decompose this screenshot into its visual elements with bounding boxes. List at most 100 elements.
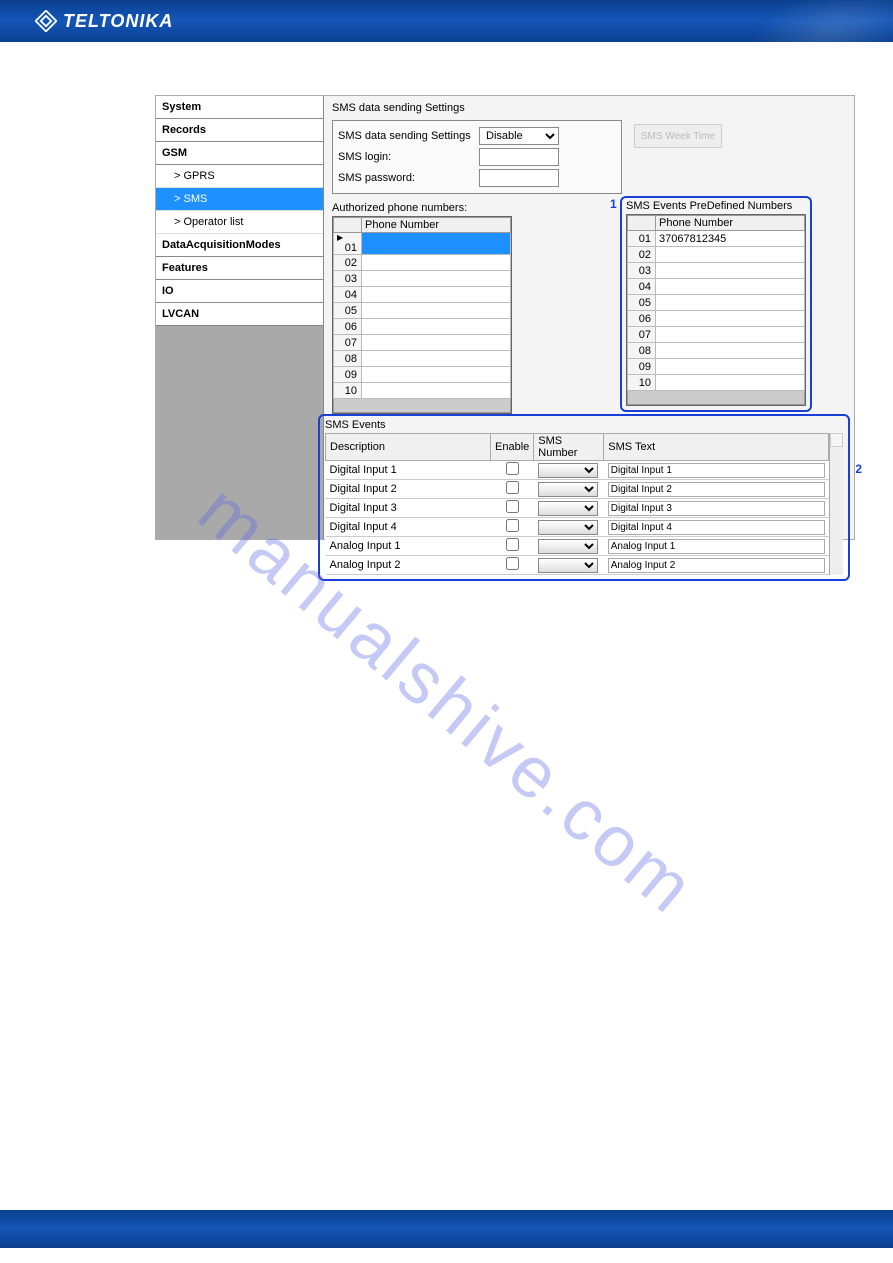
- event-desc: Digital Input 3: [326, 499, 491, 518]
- predefined-idx[interactable]: 09: [628, 359, 656, 375]
- event-number-select[interactable]: [538, 520, 598, 535]
- sidebar: System Records GSM > GPRS > SMS > Operat…: [156, 96, 324, 539]
- event-desc: Analog Input 2: [326, 556, 491, 575]
- sidebar-item-data-acquisition-modes[interactable]: DataAcquisitionModes: [156, 234, 323, 257]
- event-enable-checkbox[interactable]: [506, 462, 519, 475]
- settings-select[interactable]: Disable: [479, 127, 559, 145]
- authorized-val[interactable]: [362, 319, 511, 335]
- authorized-idx[interactable]: 07: [334, 335, 362, 351]
- authorized-idx[interactable]: 02: [334, 255, 362, 271]
- authorized-idx[interactable]: 03: [334, 271, 362, 287]
- events-header-text: SMS Text: [604, 434, 829, 461]
- authorized-idx[interactable]: 10: [334, 383, 362, 399]
- authorized-val[interactable]: [362, 335, 511, 351]
- predefined-idx[interactable]: 04: [628, 279, 656, 295]
- predefined-idx[interactable]: 10: [628, 375, 656, 391]
- event-number-select[interactable]: [538, 558, 598, 573]
- event-number-select[interactable]: [538, 482, 598, 497]
- authorized-val[interactable]: [362, 271, 511, 287]
- authorized-idx[interactable]: 06: [334, 319, 362, 335]
- authorized-val[interactable]: [362, 255, 511, 271]
- predefined-val[interactable]: [656, 295, 805, 311]
- authorized-val[interactable]: [362, 303, 511, 319]
- event-number-select[interactable]: [538, 463, 598, 478]
- event-number-select[interactable]: [538, 501, 598, 516]
- authorized-panel: Authorized phone numbers: Phone Number 0…: [332, 202, 512, 414]
- authorized-header-phone: Phone Number: [362, 218, 511, 233]
- authorized-idx[interactable]: 05: [334, 303, 362, 319]
- predefined-idx[interactable]: 03: [628, 263, 656, 279]
- authorized-idx[interactable]: 08: [334, 351, 362, 367]
- authorized-val[interactable]: [362, 367, 511, 383]
- event-enable-checkbox[interactable]: [506, 519, 519, 532]
- authorized-idx[interactable]: 04: [334, 287, 362, 303]
- password-input[interactable]: [479, 169, 559, 187]
- event-text-input[interactable]: [608, 463, 825, 478]
- panel-title: SMS data sending Settings: [332, 102, 846, 114]
- predefined-table[interactable]: Phone Number 0137067812345 02 03 04 05 0…: [627, 215, 805, 391]
- sidebar-item-sms[interactable]: > SMS: [156, 188, 323, 211]
- predefined-val[interactable]: [656, 359, 805, 375]
- event-text-input[interactable]: [608, 539, 825, 554]
- events-table[interactable]: Description Enable SMS Number SMS Text D…: [325, 433, 829, 575]
- predefined-val[interactable]: [656, 279, 805, 295]
- event-enable-checkbox[interactable]: [506, 538, 519, 551]
- predefined-idx[interactable]: 01: [628, 231, 656, 247]
- events-header-num: SMS Number: [534, 434, 604, 461]
- settings-box: SMS data sending Settings Disable SMS lo…: [332, 120, 622, 194]
- login-label: SMS login:: [338, 151, 473, 163]
- events-header-desc: Description: [326, 434, 491, 461]
- predefined-val[interactable]: [656, 327, 805, 343]
- event-text-input[interactable]: [608, 520, 825, 535]
- predefined-val[interactable]: [656, 247, 805, 263]
- predefined-val[interactable]: [656, 375, 805, 391]
- predefined-val[interactable]: [656, 311, 805, 327]
- predefined-val[interactable]: [656, 263, 805, 279]
- event-enable-checkbox[interactable]: [506, 500, 519, 513]
- authorized-footer: [333, 399, 511, 413]
- events-scrollbar[interactable]: [829, 433, 843, 575]
- predefined-header-phone: Phone Number: [656, 216, 805, 231]
- predefined-footer: [627, 391, 805, 405]
- header-bar: TELTONIKA: [0, 0, 893, 42]
- predefined-val[interactable]: [656, 343, 805, 359]
- event-text-input[interactable]: [608, 482, 825, 497]
- scroll-up-icon[interactable]: [830, 433, 843, 447]
- event-enable-checkbox[interactable]: [506, 481, 519, 494]
- sidebar-item-records[interactable]: Records: [156, 119, 323, 142]
- event-text-input[interactable]: [608, 501, 825, 516]
- event-number-select[interactable]: [538, 539, 598, 554]
- sidebar-item-system[interactable]: System: [156, 96, 323, 119]
- sidebar-item-features[interactable]: Features: [156, 257, 323, 280]
- sidebar-item-gsm[interactable]: GSM: [156, 142, 323, 165]
- predefined-idx[interactable]: 08: [628, 343, 656, 359]
- predefined-val[interactable]: 37067812345: [656, 231, 805, 247]
- event-desc: Digital Input 4: [326, 518, 491, 537]
- authorized-idx[interactable]: 09: [334, 367, 362, 383]
- sidebar-item-lvcan[interactable]: LVCAN: [156, 303, 323, 326]
- brand-text: TELTONIKA: [63, 11, 173, 32]
- authorized-header-idx: [334, 218, 362, 233]
- sidebar-item-gprs[interactable]: > GPRS: [156, 165, 323, 188]
- authorized-idx[interactable]: 01: [334, 233, 362, 255]
- predefined-idx[interactable]: 02: [628, 247, 656, 263]
- callout-1: 1: [610, 197, 617, 211]
- authorized-val[interactable]: [362, 383, 511, 399]
- authorized-val[interactable]: [362, 351, 511, 367]
- predefined-idx[interactable]: 05: [628, 295, 656, 311]
- authorized-title: Authorized phone numbers:: [332, 202, 512, 214]
- sidebar-item-operator-list[interactable]: > Operator list: [156, 211, 323, 234]
- predefined-idx[interactable]: 06: [628, 311, 656, 327]
- authorized-table[interactable]: Phone Number 01 02 03 04 05 06 07 08 09 …: [333, 217, 511, 399]
- authorized-val[interactable]: [362, 233, 511, 255]
- predefined-idx[interactable]: 07: [628, 327, 656, 343]
- predefined-header-idx: [628, 216, 656, 231]
- login-input[interactable]: [479, 148, 559, 166]
- sidebar-item-io[interactable]: IO: [156, 280, 323, 303]
- events-header-enable: Enable: [491, 434, 534, 461]
- event-text-input[interactable]: [608, 558, 825, 573]
- event-desc: Analog Input 1: [326, 537, 491, 556]
- event-enable-checkbox[interactable]: [506, 557, 519, 570]
- settings-label: SMS data sending Settings: [338, 130, 473, 142]
- authorized-val[interactable]: [362, 287, 511, 303]
